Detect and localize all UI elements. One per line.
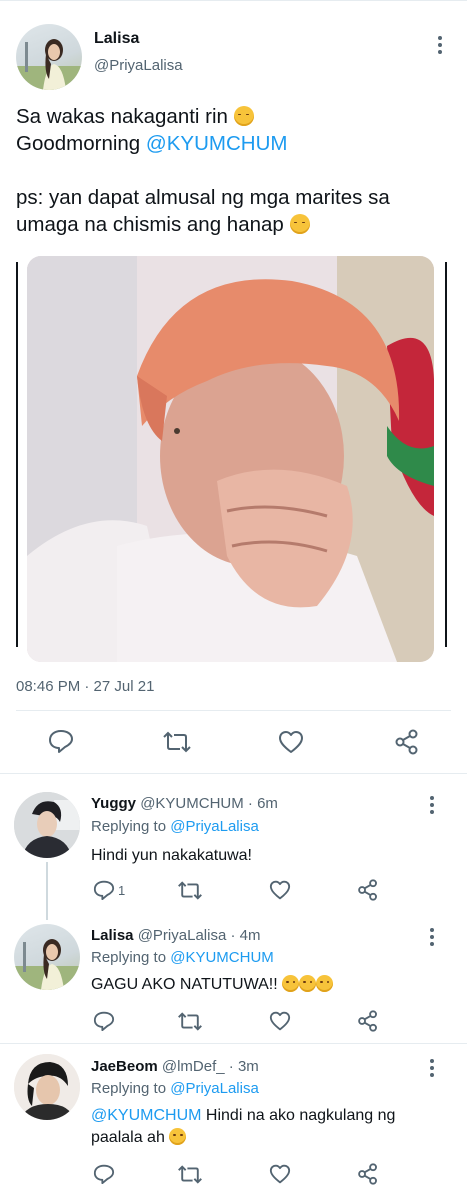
reply-text: Hindi yun nakakatuwa! (91, 847, 252, 864)
retweet-icon[interactable] (177, 1164, 203, 1185)
author-name[interactable]: Lalisa (94, 30, 139, 48)
retweet-icon[interactable] (177, 1011, 203, 1032)
more-options-icon[interactable] (429, 928, 435, 949)
avatar[interactable] (14, 924, 80, 990)
more-options-icon[interactable] (429, 1059, 435, 1080)
author-handle[interactable]: @lmDef_ (162, 1058, 225, 1075)
avatar-image (16, 39, 82, 90)
divider (0, 773, 467, 774)
replying-to-label: Replying to (91, 949, 167, 966)
like-icon[interactable] (269, 880, 291, 900)
tweet-text: Sa wakas nakaganti rin Goodmorning @KYUM… (16, 103, 456, 238)
author-handle[interactable]: @PriyaLalisa (138, 927, 227, 944)
share-icon[interactable] (357, 879, 379, 901)
reply-icon[interactable] (93, 1164, 115, 1184)
avatar-image (14, 1054, 80, 1120)
reply-text: GAGU AKO NATUTUWA!! (91, 974, 334, 996)
retweet-icon[interactable] (162, 730, 192, 754)
reply-count: 1 (118, 883, 126, 898)
divider (0, 1043, 467, 1044)
author-name[interactable]: JaeBeom (91, 1058, 158, 1075)
laughing-emoji (282, 975, 300, 992)
reply-text-line: paalala ah (91, 1129, 165, 1146)
relieved-face-emoji (233, 106, 254, 126)
mention-link[interactable]: @KYUMCHUM (146, 132, 288, 155)
replying-to-link[interactable]: @PriyaLalisa (170, 1080, 259, 1097)
tweet-text-line: Goodmorning (16, 132, 141, 155)
reply-time[interactable]: · 6m (248, 795, 278, 812)
avatar[interactable] (14, 1054, 80, 1120)
laughing-emoji (299, 975, 317, 992)
reply-time[interactable]: · 4m (230, 927, 260, 944)
more-options-icon[interactable] (429, 796, 435, 817)
tweet-timestamp[interactable]: 08:46 PM · 27 Jul 21 (16, 678, 154, 695)
divider (16, 710, 451, 711)
tweet-text-line: ps: yan dapat almusal ng mga marites sa (16, 186, 390, 209)
media-photo (27, 256, 434, 662)
reply-icon[interactable] (48, 729, 74, 753)
media-border-right (445, 262, 447, 647)
tweet-text-line: umaga na chismis ang hanap (16, 213, 284, 236)
author-handle[interactable]: @KYUMCHUM (140, 795, 244, 812)
retweet-icon[interactable] (177, 880, 203, 901)
reply-text-line: Hindi na ako nagkulang ng (205, 1107, 396, 1124)
top-divider (0, 0, 467, 1)
tweet-media-image[interactable] (27, 256, 434, 662)
like-icon[interactable] (269, 1011, 291, 1031)
tweet-text-line: Sa wakas nakaganti rin (16, 105, 228, 128)
like-icon[interactable] (269, 1164, 291, 1184)
avatar[interactable] (16, 24, 82, 90)
avatar-image (14, 939, 80, 990)
author-name[interactable]: Lalisa (91, 927, 134, 944)
avatar-image (14, 792, 80, 858)
smiling-face-emoji (169, 1128, 187, 1145)
share-icon[interactable] (394, 729, 420, 755)
reply-text: @KYUMCHUM Hindi na ako nagkulang ng paal… (91, 1105, 451, 1149)
reply-icon[interactable] (93, 880, 115, 900)
laughing-emoji (316, 975, 334, 992)
media-border-left (16, 262, 18, 647)
reply-icon[interactable] (93, 1011, 115, 1031)
thread-connector (46, 862, 48, 920)
share-icon[interactable] (357, 1010, 379, 1032)
smiling-face-emoji (289, 214, 310, 234)
reply-text-content: GAGU AKO NATUTUWA!! (91, 976, 278, 993)
author-name[interactable]: Yuggy (91, 795, 136, 812)
author-handle[interactable]: @PriyaLalisa (94, 57, 183, 74)
share-icon[interactable] (357, 1163, 379, 1185)
replying-to-label: Replying to (91, 1080, 167, 1097)
replying-to-link[interactable]: @PriyaLalisa (170, 818, 259, 835)
replying-to-link[interactable]: @KYUMCHUM (170, 949, 274, 966)
reply-time[interactable]: · 3m (229, 1058, 259, 1075)
mention-link[interactable]: @KYUMCHUM (91, 1107, 201, 1124)
avatar[interactable] (14, 792, 80, 858)
replying-to-label: Replying to (91, 818, 167, 835)
more-options-icon[interactable] (437, 36, 443, 57)
like-icon[interactable] (278, 730, 304, 754)
